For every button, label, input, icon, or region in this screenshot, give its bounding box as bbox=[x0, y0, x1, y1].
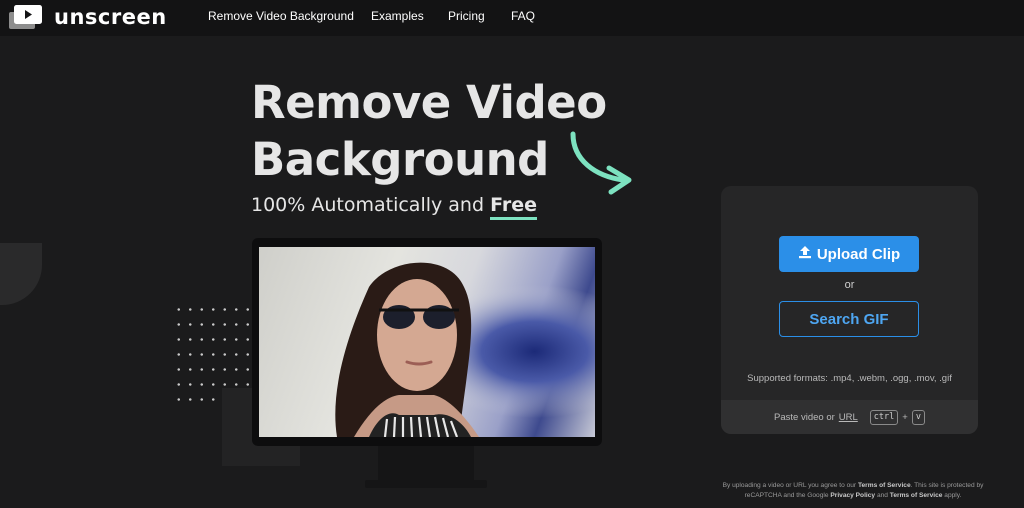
paste-prefix-text: Paste video or bbox=[774, 411, 835, 423]
upload-clip-label: Upload Clip bbox=[816, 245, 901, 263]
hero-subtitle-prefix: 100% Automatically and bbox=[251, 194, 485, 216]
or-separator: or bbox=[844, 279, 855, 291]
supported-formats-text: Supported formats: .mp4, .webm, .ogg, .m… bbox=[747, 373, 952, 384]
privacy-policy-link[interactable]: Privacy Policy bbox=[830, 492, 875, 499]
paste-url-bar: Paste video or URL ctrl + v bbox=[721, 400, 978, 434]
nav-remove-video-background[interactable]: Remove Video Background bbox=[208, 9, 354, 23]
hero-subtitle-free: Free bbox=[490, 194, 537, 220]
demo-video bbox=[259, 247, 595, 437]
hero-title: Remove Video Background bbox=[251, 74, 611, 188]
terms-of-service-link[interactable]: Terms of Service bbox=[858, 482, 911, 489]
upload-icon bbox=[798, 245, 812, 263]
legal-text-3: and bbox=[876, 492, 888, 499]
decorative-half-circle bbox=[0, 243, 42, 305]
upload-clip-button[interactable]: Upload Clip bbox=[779, 236, 919, 272]
kbd-plus: + bbox=[902, 411, 908, 423]
kbd-v: v bbox=[911, 409, 925, 425]
search-gif-button[interactable]: Search GIF bbox=[779, 301, 919, 337]
monitor-stand-neck bbox=[378, 446, 474, 480]
nav-examples[interactable]: Examples bbox=[371, 9, 424, 23]
hero-title-line-1: Remove Video bbox=[251, 76, 607, 129]
brand-name: unscreen bbox=[54, 5, 167, 29]
legal-notice: By uploading a video or URL you agree to… bbox=[706, 481, 1000, 501]
nav-faq[interactable]: FAQ bbox=[511, 9, 535, 23]
brand-logo[interactable]: unscreen bbox=[9, 5, 167, 29]
hero-subtitle: 100% Automatically and Free bbox=[251, 194, 537, 220]
monitor-stand-base bbox=[365, 480, 487, 488]
play-stack-icon bbox=[9, 5, 42, 29]
hero-title-line-2: Background bbox=[251, 133, 549, 186]
paste-url-link[interactable]: URL bbox=[839, 412, 858, 423]
curved-arrow-icon bbox=[570, 131, 632, 195]
upload-card: Upload Clip or Search GIF Supported form… bbox=[721, 186, 978, 434]
top-navbar: unscreen Remove Video Background Example… bbox=[0, 0, 1024, 36]
kbd-ctrl: ctrl bbox=[869, 409, 899, 425]
terms-of-service-link-2[interactable]: Terms of Service bbox=[890, 492, 943, 499]
legal-text-1: By uploading a video or URL you agree to… bbox=[722, 482, 857, 489]
legal-text-4: apply. bbox=[944, 492, 962, 499]
nav-pricing[interactable]: Pricing bbox=[448, 9, 485, 23]
